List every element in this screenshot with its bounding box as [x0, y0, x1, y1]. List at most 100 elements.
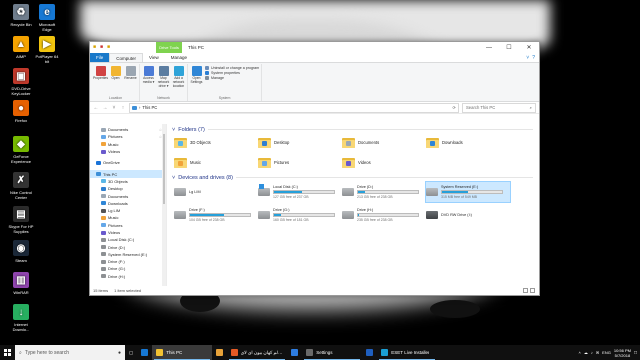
open-settings-button[interactable]: Open Settings — [190, 64, 203, 95]
refresh-icon[interactable]: ⟳ — [452, 105, 456, 110]
desktop-icon-potplayer-64-bit[interactable]: ▶ PotPlayer 64 bit — [30, 36, 64, 64]
nav-item-downloads[interactable]: Downloads — [90, 200, 166, 207]
folder-3d-objects[interactable]: 3D Objects — [174, 134, 258, 150]
microphone-icon[interactable]: ● — [118, 350, 121, 356]
map-network-drive-button[interactable]: Map network drive ▾ — [157, 64, 170, 95]
manage-button[interactable]: Manage — [205, 76, 259, 80]
taskbar-settings-button[interactable]: Settings — [302, 345, 362, 360]
nav-item-drive-d[interactable]: Drive (D:) — [90, 243, 166, 250]
navigation-pane[interactable]: Documents ☆ Pictures ☆ Music Videos OneDrive Th… — [90, 124, 167, 286]
nav-item-lg-lim[interactable]: Lg LIM — [90, 207, 166, 214]
nav-item-drive-g[interactable]: Drive (G:) — [90, 265, 166, 272]
nav-item-onedrive[interactable]: OneDrive — [90, 159, 166, 166]
folder-desktop[interactable]: Desktop — [258, 134, 342, 150]
nav-item-documents[interactable]: Documents ☆ — [90, 126, 166, 133]
desktop-icon-winrar[interactable]: ▥ WinRAR — [4, 272, 38, 295]
details-view-icon[interactable] — [523, 288, 528, 293]
nav-item-music[interactable]: Music — [90, 214, 166, 221]
taskbar-edge-button[interactable] — [137, 345, 152, 360]
nav-item-documents[interactable]: Documents — [90, 192, 166, 199]
desktop-icon-firefox[interactable]: ● Firefox — [4, 100, 38, 123]
nav-item-drive-h[interactable]: Drive (H:) — [90, 273, 166, 280]
desktop-icon-microsoft-edge[interactable]: e Microsoft Edge — [30, 4, 64, 32]
back-button[interactable]: ← — [93, 105, 99, 111]
desktop-icon-dvd-drive-keylocker[interactable]: ▣ DVD-Drive KeyLocker — [4, 68, 38, 96]
input-language[interactable]: ENG — [602, 350, 611, 355]
access-media-button[interactable]: Access media ▾ — [142, 64, 155, 95]
large-icons-view-icon[interactable] — [530, 288, 535, 293]
desktop-icon-geforce-experience[interactable]: ◆ GeForce Experience — [4, 136, 38, 164]
open-button[interactable]: Open — [109, 64, 122, 95]
folder-documents[interactable]: Documents — [342, 134, 426, 150]
nav-item-videos[interactable]: Videos — [90, 229, 166, 236]
nav-item-local-disk-c[interactable]: Local Disk (C:) — [90, 236, 166, 243]
properties-button[interactable]: Properties — [93, 64, 108, 95]
nav-item-videos[interactable]: Videos — [90, 148, 166, 155]
volume-icon[interactable]: ♪ — [591, 350, 593, 355]
onedrive-icon[interactable]: ☁ — [584, 350, 588, 355]
uninstall-or-change-a-program-button[interactable]: Uninstall or change a program — [205, 66, 259, 70]
drives-section-header[interactable]: ˅ Devices and drives (8) — [172, 173, 539, 182]
rename-button[interactable]: Rename — [124, 64, 137, 95]
drive-drive-g[interactable]: Drive (G:) 160 GB free of 181 GB — [258, 205, 342, 225]
desktop-icon-steam[interactable]: ◉ Steam — [4, 240, 38, 263]
collapse-ribbon-icon[interactable]: ˅ — [526, 55, 529, 61]
taskbar-chrome-button[interactable]: مکالم کهان بیون ای لای... — [227, 345, 287, 360]
notification-icon[interactable]: □ — [634, 350, 637, 356]
minimize-button[interactable]: — — [479, 42, 499, 53]
help-icon[interactable]: ? — [532, 55, 535, 61]
taskbar-app-button[interactable] — [362, 345, 377, 360]
tab-file[interactable]: File — [90, 53, 110, 62]
system-properties-button[interactable]: System properties — [205, 71, 259, 75]
nav-item-pictures[interactable]: Pictures — [90, 222, 166, 229]
drive-tools-context-tab[interactable]: Drive Tools — [156, 42, 182, 53]
tab-manage[interactable]: Manage — [165, 53, 193, 62]
close-button[interactable]: ✕ — [519, 42, 539, 53]
taskbar-explorer-button[interactable]: This PC — [152, 345, 213, 360]
tab-computer[interactable]: Computer — [109, 53, 144, 62]
taskbar-search-box[interactable]: ⌕ Type here to search ● — [15, 345, 125, 360]
drive-system-reserved-e[interactable]: System Reserved (E:) 315 MB free of 549 M… — [425, 181, 511, 203]
up-button[interactable]: ↑ — [120, 105, 126, 111]
nav-item-pictures[interactable]: Pictures ☆ — [90, 133, 166, 140]
clock[interactable]: 10:56 PM 5/7/2018 — [614, 348, 631, 358]
maximize-button[interactable]: ☐ — [499, 42, 519, 53]
drive-local-disk-c[interactable]: Local Disk (C:) 127 GB free of 237 GB — [258, 182, 342, 202]
nav-item-this-pc[interactable]: This PC — [90, 170, 166, 178]
address-field[interactable]: › This PC ⟳ — [129, 102, 459, 113]
quick-access-toolbar[interactable]: ■ ■ ■ — [93, 45, 112, 50]
drive-drive-h[interactable]: Drive (H:) 235 GB free of 238 GB — [342, 205, 426, 225]
folder-music[interactable]: Music — [174, 154, 258, 170]
new-folder-icon[interactable]: ■ — [107, 45, 112, 50]
nav-item-music[interactable]: Music — [90, 141, 166, 148]
properties-icon[interactable]: ■ — [100, 45, 105, 50]
nav-item-3d-objects[interactable]: 3D Objects — [90, 178, 166, 185]
taskbar-eset-button[interactable]: ESET Live Installer — [377, 345, 437, 360]
task-view-button[interactable]: ▢ — [125, 345, 137, 360]
tab-view[interactable]: View — [143, 53, 165, 62]
desktop-icon-nike-control-center[interactable]: ✗ Nike Control Center — [4, 172, 38, 200]
nav-item-desktop[interactable]: Desktop — [90, 185, 166, 192]
recent-locations-button[interactable]: ˅ — [111, 105, 117, 111]
show-hidden-icons[interactable]: ˄ — [578, 350, 580, 355]
desktop-icon-internet-downlo[interactable]: ↓ Internet Downlo... — [4, 304, 38, 332]
file-explorer-window[interactable]: ■ ■ ■ Drive Tools This PC — ☐ ✕ File Comp… — [89, 41, 540, 296]
drive-drive-d[interactable]: Drive (D:) 213 GB free of 238 GB — [342, 182, 426, 202]
nav-scrollbar[interactable] — [162, 124, 166, 286]
desktop-icon-skype-for-hp-supplies[interactable]: ▤ Skype For HP Supplies — [4, 206, 38, 234]
add-a-network-location-button[interactable]: Add a network location — [172, 64, 185, 95]
drive-drive-f[interactable]: Drive (F:) 104 GB free of 238 GB — [174, 205, 258, 225]
drive-lg-lim[interactable]: Lg LIM — [174, 182, 258, 202]
taskbar-teams-button[interactable] — [287, 345, 302, 360]
drive-dvd-rw-drive-i[interactable]: DVD RW Drive (I:) — [426, 205, 510, 225]
forward-button[interactable]: → — [102, 105, 108, 111]
nav-item-system-reserved-e[interactable]: System Reserved (E:) — [90, 251, 166, 258]
collapse-icon[interactable]: ˅ — [172, 127, 175, 133]
folders-section-header[interactable]: ˅ Folders (7) — [172, 125, 539, 134]
folder-icon[interactable]: ■ — [93, 45, 98, 50]
title-bar[interactable]: ■ ■ ■ Drive Tools This PC — ☐ ✕ — [90, 42, 539, 53]
collapse-icon[interactable]: ˅ — [172, 175, 175, 181]
folder-videos[interactable]: Videos — [342, 154, 426, 170]
start-button[interactable] — [0, 345, 15, 360]
folder-pictures[interactable]: Pictures — [258, 154, 342, 170]
